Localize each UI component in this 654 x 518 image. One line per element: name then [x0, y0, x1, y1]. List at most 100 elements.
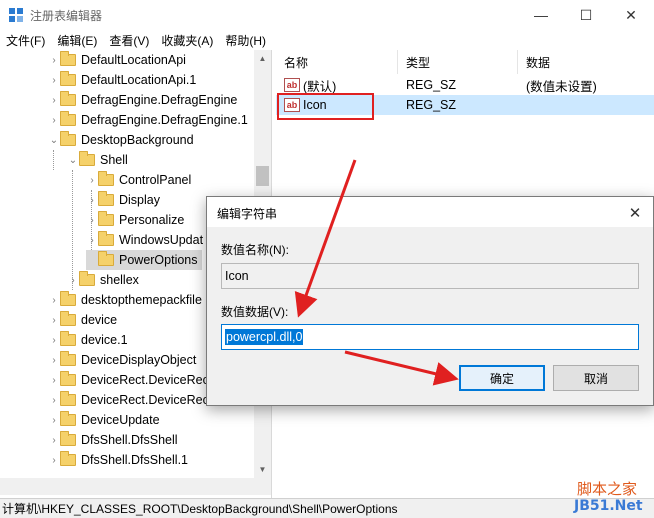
expand-chevron-icon[interactable]: › [48, 450, 60, 470]
tree-item[interactable]: › DeviceDisplayObject [48, 350, 196, 370]
tree-item-label: DfsShell.DfsShell [81, 433, 178, 447]
tree-item[interactable]: › DeviceRect.DeviceRec [48, 370, 209, 390]
tree-item[interactable]: › device [48, 310, 117, 330]
expand-chevron-icon[interactable]: › [86, 190, 98, 210]
expand-chevron-icon[interactable]: › [67, 270, 79, 290]
menu-favorites[interactable]: 收藏夹(A) [161, 32, 213, 49]
tree-item[interactable]: › DeviceUpdate [48, 410, 160, 430]
value-data-text: powercpl.dll,0 [225, 329, 304, 345]
tree-item[interactable]: › Display [86, 190, 160, 210]
edit-string-dialog: 编辑字符串 ✕ 数值名称(N): Icon 数值数据(V): powercpl.… [206, 196, 654, 406]
collapse-chevron-icon[interactable]: ⌄ [67, 150, 79, 170]
dialog-title: 编辑字符串 [217, 207, 278, 221]
value-name-field: Icon [221, 263, 639, 289]
tree-item[interactable]: › device.1 [48, 330, 128, 350]
tree-item[interactable]: › DfsShell.DfsShell [48, 430, 178, 450]
ok-button[interactable]: 确定 [459, 365, 545, 391]
tree-item-label: DeviceUpdate [81, 413, 160, 427]
tree-item-label: Personalize [119, 213, 185, 227]
expand-chevron-icon[interactable]: › [48, 70, 60, 90]
tree-item[interactable]: › shellex [67, 270, 139, 290]
window-titlebar: 注册表编辑器 — ☐ ✕ [0, 0, 654, 30]
tree-item[interactable]: PowerOptions [86, 250, 202, 270]
folder-icon [98, 231, 114, 246]
scroll-down-arrow-icon[interactable]: ▼ [254, 461, 271, 478]
folder-icon [60, 71, 76, 86]
value-type: REG_SZ [406, 78, 457, 92]
tree-item-label: shellex [100, 273, 139, 287]
tree-item-label: DfsShell.DfsShell.1 [81, 453, 188, 467]
menu-file[interactable]: 文件(F) [6, 32, 45, 49]
folder-icon [60, 411, 76, 426]
tree-item-label: Shell [100, 153, 128, 167]
folder-icon [60, 131, 76, 146]
close-button[interactable]: ✕ [608, 0, 654, 30]
cancel-button[interactable]: 取消 [553, 365, 639, 391]
folder-icon [60, 431, 76, 446]
tree-item[interactable]: ⌄ DesktopBackground [48, 130, 194, 150]
expand-chevron-icon[interactable]: › [48, 410, 60, 430]
tree-horizontal-scrollbar[interactable] [0, 478, 271, 495]
expand-chevron-icon[interactable]: › [86, 170, 98, 190]
watermark-cn: 脚本之家 [577, 480, 638, 498]
value-name-text: Icon [225, 269, 249, 283]
annotation-highlight-box [277, 93, 374, 120]
folder-icon [98, 251, 114, 266]
value-row-default[interactable]: ab (默认) REG_SZ (数值未设置) [276, 75, 654, 95]
folder-icon [60, 351, 76, 366]
scroll-up-arrow-icon[interactable]: ▲ [254, 50, 271, 67]
tree-item-label: DeviceDisplayObject [81, 353, 197, 367]
scrollbar-thumb[interactable] [256, 166, 269, 186]
value-data-input[interactable]: powercpl.dll,0 [221, 324, 639, 350]
value-name: (默认) [303, 79, 337, 94]
expand-chevron-icon[interactable]: › [86, 230, 98, 250]
window-title: 注册表编辑器 [30, 9, 103, 23]
expand-chevron-icon[interactable]: › [48, 370, 60, 390]
expand-chevron-icon[interactable]: › [48, 110, 60, 130]
menu-bar: 文件(F) 编辑(E) 查看(V) 收藏夹(A) 帮助(H) [0, 30, 654, 50]
tree-guide-line [53, 150, 54, 170]
column-header-type[interactable]: 类型 [398, 50, 518, 74]
tree-item[interactable]: › DefragEngine.DefragEngine.1 [48, 110, 248, 130]
expand-chevron-icon[interactable]: › [48, 90, 60, 110]
maximize-button[interactable]: ☐ [563, 0, 609, 30]
minimize-button[interactable]: — [518, 0, 564, 30]
tree-item[interactable]: › Personalize [86, 210, 184, 230]
tree-item[interactable]: › ControlPanel [86, 170, 191, 190]
tree-item[interactable]: › WindowsUpdat [86, 230, 203, 250]
expand-chevron-icon[interactable]: › [48, 390, 60, 410]
tree-item-label: PowerOptions [119, 253, 198, 267]
expand-chevron-icon[interactable]: › [48, 430, 60, 450]
folder-icon [60, 311, 76, 326]
folder-icon [79, 271, 95, 286]
tree-item[interactable]: › desktopthemepackfile [48, 290, 202, 310]
tree-item-label: WindowsUpdat [119, 233, 204, 247]
value-data-label: 数值数据(V): [221, 305, 289, 319]
menu-help[interactable]: 帮助(H) [225, 32, 266, 49]
expand-chevron-icon[interactable]: › [86, 210, 98, 230]
menu-edit[interactable]: 编辑(E) [57, 32, 97, 49]
folder-icon [98, 171, 114, 186]
expand-chevron-icon[interactable]: › [48, 50, 60, 70]
expand-chevron-icon[interactable]: › [48, 350, 60, 370]
tree-item[interactable]: › DfsShell.DfsShell.1 [48, 450, 188, 470]
tree-item[interactable]: ⌄ Shell [67, 150, 128, 170]
expand-chevron-icon[interactable]: › [48, 330, 60, 350]
menu-view[interactable]: 查看(V) [109, 32, 149, 49]
expand-chevron-icon[interactable]: › [48, 310, 60, 330]
tree-item[interactable]: › DefragEngine.DefragEngine [48, 90, 237, 110]
collapse-chevron-icon[interactable]: ⌄ [48, 130, 60, 150]
dialog-close-icon[interactable]: ✕ [625, 203, 645, 223]
tree-item[interactable]: › DefaultLocationApi [48, 50, 186, 70]
tree-item-label: device.1 [81, 333, 128, 347]
column-header-data[interactable]: 数据 [518, 50, 654, 74]
tree-item-label: DeviceRect.DeviceRec [81, 373, 209, 387]
tree-item[interactable]: › DefaultLocationApi.1 [48, 70, 196, 90]
status-path: 计算机\HKEY_CLASSES_ROOT\DesktopBackground\… [2, 502, 398, 516]
tree-item[interactable]: › DeviceRect.DeviceRec [48, 390, 209, 410]
tree-item-label: ControlPanel [119, 173, 192, 187]
column-header-name[interactable]: 名称 [276, 50, 398, 74]
expand-chevron-icon[interactable]: › [48, 290, 60, 310]
folder-icon [60, 91, 76, 106]
tree-item-label: DefaultLocationApi.1 [81, 73, 197, 87]
